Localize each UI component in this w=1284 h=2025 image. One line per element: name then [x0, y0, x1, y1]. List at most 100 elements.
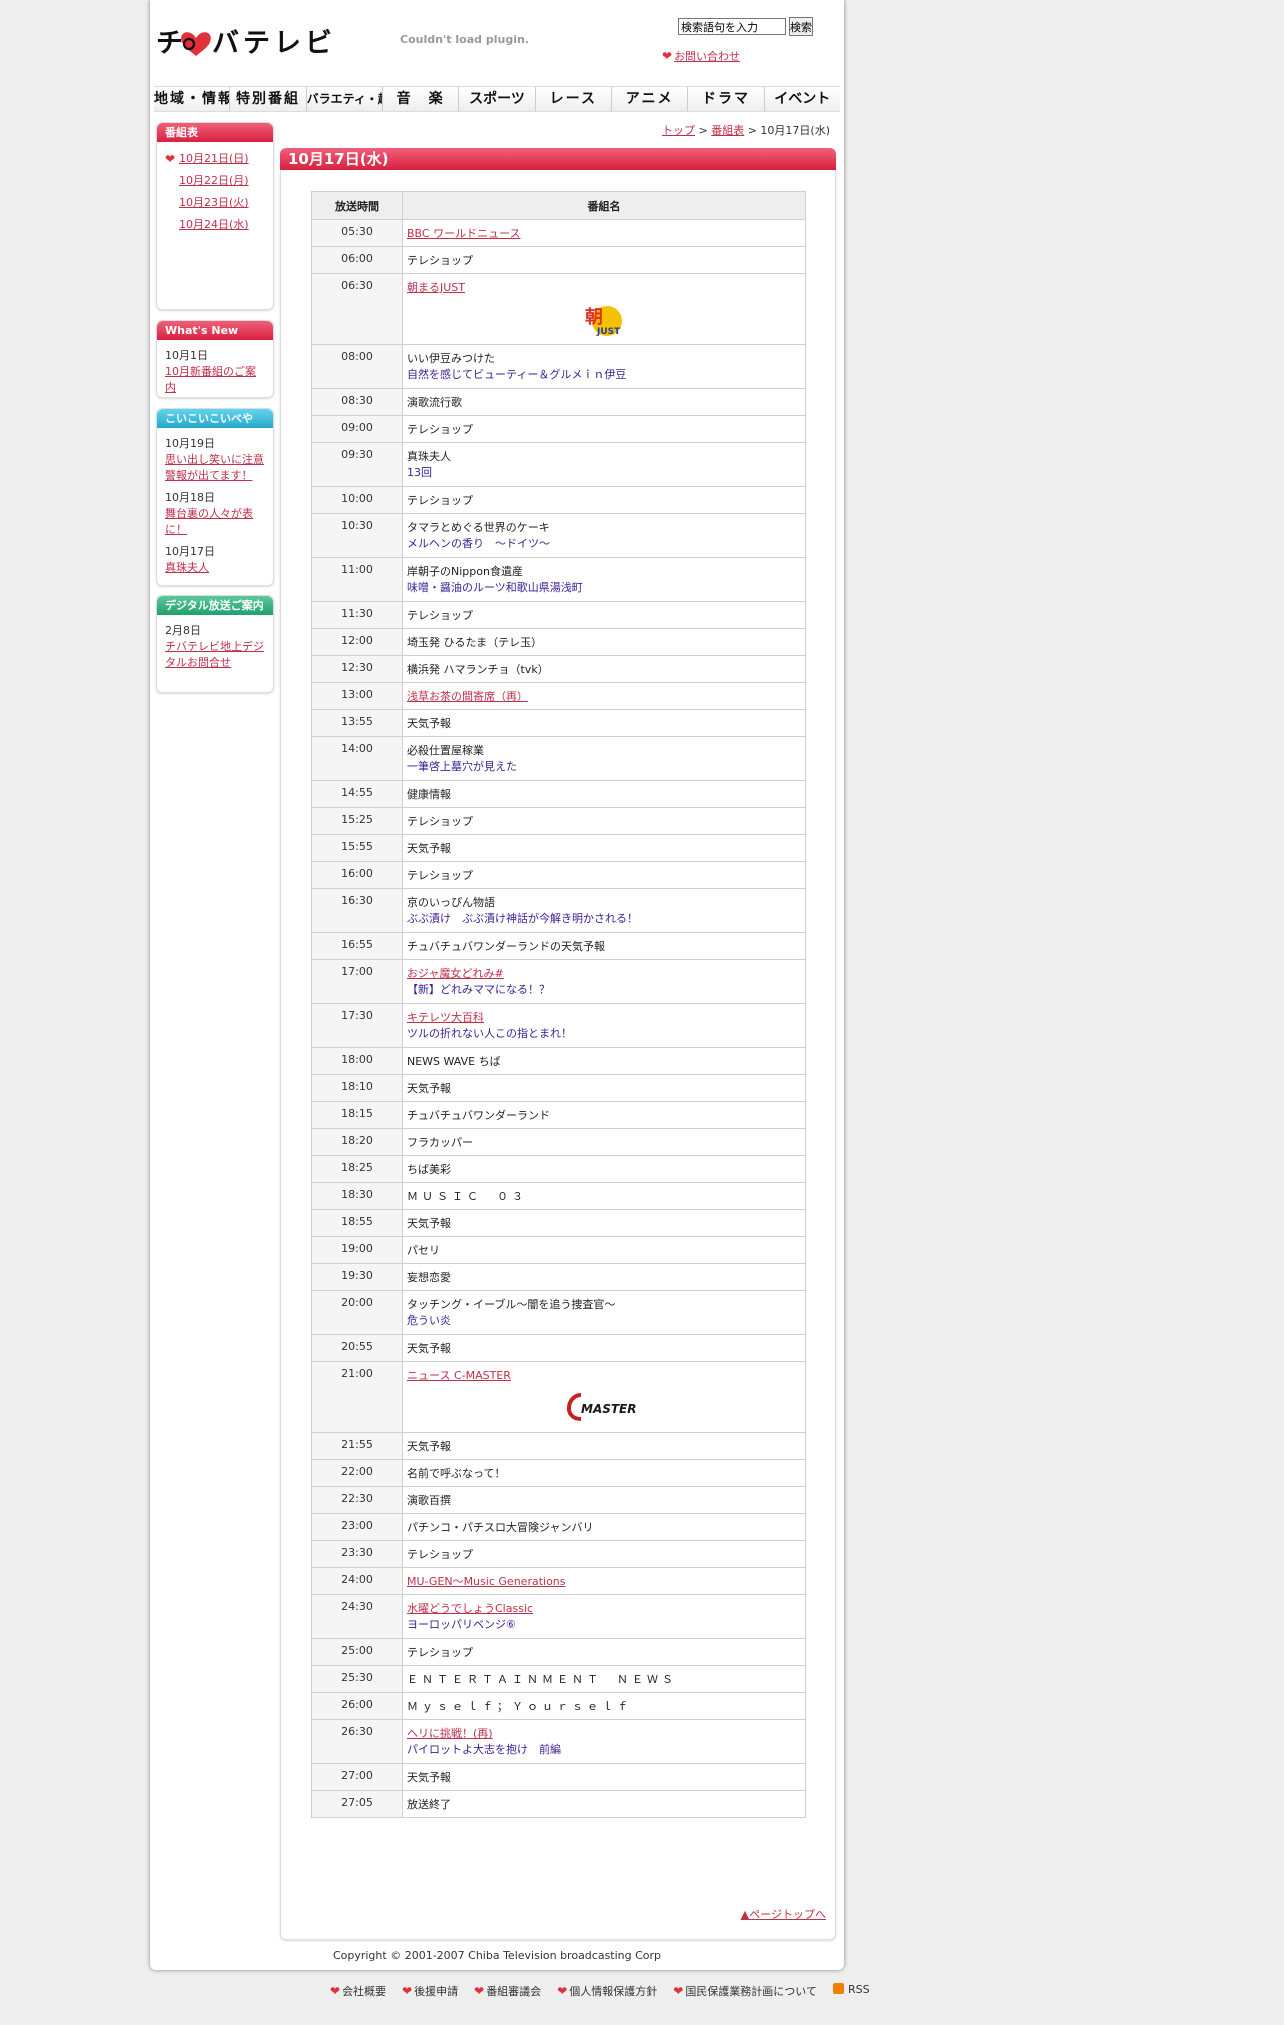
program-time: 12:00: [311, 628, 403, 656]
nav-item-music[interactable]: 音 楽: [383, 87, 460, 111]
news-link[interactable]: チバテレビ地上デジタルお問合せ: [165, 640, 264, 669]
program-title: 放送終了: [407, 1798, 451, 1811]
schedule-date-link[interactable]: 10月23日(火): [179, 196, 249, 209]
program-time: 06:30: [311, 273, 403, 345]
footer-link-label[interactable]: 番組審議会: [486, 1985, 541, 1998]
footer-item-company[interactable]: ❤ 会社概要: [330, 1983, 386, 1999]
program-title-link[interactable]: 朝まるJUST: [407, 281, 465, 294]
table-row: 26:30 ヘリに挑戦！(再) パイロットよ大志を抱け 前編: [311, 1719, 806, 1764]
table-row: 06:00 テレショップ: [311, 246, 806, 274]
program-title-link[interactable]: 水曜どうでしょうClassic: [407, 1602, 533, 1615]
program-time: 18:15: [311, 1101, 403, 1129]
program-title-link[interactable]: BBC ワールドニュース: [407, 227, 521, 240]
program-title-link[interactable]: おジャ魔女どれみ#: [407, 967, 504, 980]
page-container: チ バテレビ Couldn't load plugin. 検索 ❤お問い合わせ …: [150, 0, 844, 1970]
search-input[interactable]: [678, 18, 786, 35]
program-cell: BBC ワールドニュース: [402, 219, 806, 247]
table-row: 24:00 MU-GEN～Music Generations: [311, 1567, 806, 1595]
program-title: 天気予報: [407, 717, 451, 730]
program-time: 24:00: [311, 1567, 403, 1595]
program-time: 13:00: [311, 682, 403, 710]
program-title: パチンコ・パチスロ大冒険ジャンバリ: [407, 1521, 594, 1534]
program-title-link[interactable]: MU-GEN～Music Generations: [407, 1575, 566, 1588]
program-time: 19:00: [311, 1236, 403, 1264]
nav-item-event[interactable]: イベント: [765, 87, 840, 111]
schedule-date-item[interactable]: 10月24日(水): [163, 214, 265, 236]
program-time: 05:30: [311, 219, 403, 247]
schedule-date-item[interactable]: 10月23日(火): [163, 192, 265, 214]
chiba-tv-logo-icon: チ バテレビ: [156, 28, 332, 59]
footer-item-support[interactable]: ❤ 後援申請: [402, 1983, 458, 1999]
news-link[interactable]: 舞台裏の人々が表に！: [165, 507, 253, 536]
contact-link[interactable]: お問い合わせ: [674, 50, 740, 63]
footer-item-privacy[interactable]: ❤ 個人情報保護方針: [557, 1983, 657, 1999]
program-title: 演歌百撰: [407, 1494, 451, 1507]
table-row: 20:55 天気予報: [311, 1334, 806, 1362]
program-title: 天気予報: [407, 1342, 451, 1355]
nav-item-special[interactable]: 特別番組: [230, 87, 307, 111]
site-logo[interactable]: チ バテレビ: [156, 22, 336, 60]
c-master-logo-icon[interactable]: MASTER: [407, 1389, 801, 1428]
nav-item-area-info[interactable]: 地域・情報: [154, 87, 231, 111]
program-subtitle: パイロットよ大志を抱け 前編: [407, 1743, 561, 1756]
footer-item-protection[interactable]: ❤ 国民保護業務計画について: [673, 1983, 817, 1999]
program-title: いい伊豆みつけた: [407, 352, 495, 365]
breadcrumb-schedule-link[interactable]: 番組表: [711, 124, 744, 137]
breadcrumb-separator: >: [747, 124, 757, 137]
table-row: 18:55 天気予報: [311, 1209, 806, 1237]
program-title: テレショップ: [407, 1646, 473, 1659]
table-row: 06:30 朝まるJUST 朝 JUST: [311, 273, 806, 345]
news-link[interactable]: 10月新番組のご案内: [165, 365, 256, 394]
breadcrumb: トップ > 番組表 > 10月17日(水): [662, 122, 830, 138]
table-row: 15:55 天気予報: [311, 834, 806, 862]
news-link[interactable]: 真珠夫人: [165, 561, 209, 574]
footer-link-label[interactable]: 国民保護業務計画について: [685, 1985, 817, 1998]
nav-item-anime[interactable]: アニメ: [612, 87, 689, 111]
program-time: 21:00: [311, 1361, 403, 1433]
nav-item-race[interactable]: レース: [536, 87, 612, 111]
footer-link-label[interactable]: 後援申請: [414, 1985, 458, 1998]
schedule-date-link[interactable]: 10月21日(日): [179, 152, 249, 165]
search-button[interactable]: 検索: [789, 17, 813, 36]
schedule-date-item[interactable]: ❤ 10月21日(日): [163, 148, 265, 170]
program-subtitle: ツルの折れない人この指とまれ！: [407, 1027, 572, 1040]
program-cell: MU-GEN～Music Generations: [402, 1567, 806, 1595]
asamaru-just-logo-icon[interactable]: 朝 JUST: [407, 301, 801, 344]
program-title: 演歌流行歌: [407, 396, 462, 409]
program-title-link[interactable]: 浅草お茶の間寄席（再）: [407, 690, 528, 703]
program-title: テレショップ: [407, 1548, 473, 1561]
program-subtitle: メルヘンの香り ～ドイツ～: [407, 537, 550, 550]
program-title-link[interactable]: ニュース C-MASTER: [407, 1369, 511, 1382]
nav-item-drama[interactable]: ドラマ: [688, 87, 765, 111]
footer-item-council[interactable]: ❤ 番組審議会: [474, 1983, 541, 1999]
program-title-link[interactable]: キテレツ大百科: [407, 1011, 484, 1024]
heart-icon: ❤: [474, 1984, 485, 1998]
news-link[interactable]: 思い出し笑いに注意警報が出てます！: [165, 453, 264, 482]
nav-item-sports[interactable]: スポーツ: [459, 87, 536, 111]
footer-link-label[interactable]: RSS: [848, 1983, 870, 1996]
program-cell: テレショップ: [402, 1638, 806, 1666]
news-date: 10月19日: [165, 437, 215, 450]
program-title: テレショップ: [407, 609, 473, 622]
program-title-link[interactable]: ヘリに挑戦！(再): [407, 1727, 493, 1740]
program-time: 14:55: [311, 780, 403, 808]
schedule-date-link[interactable]: 10月22日(月): [179, 174, 249, 187]
schedule-date-link[interactable]: 10月24日(水): [179, 218, 249, 231]
table-row: 18:20 フラカッパー: [311, 1128, 806, 1156]
schedule-date-item[interactable]: 10月22日(月): [163, 170, 265, 192]
footer-item-rss[interactable]: RSS: [832, 1983, 870, 1999]
program-subtitle: 一筆啓上墓穴が見えた: [407, 760, 517, 773]
program-cell: ＥＮＴＥＲＴＡＩＮＭＥＮＴ ＮＥＷＳ: [402, 1665, 806, 1693]
footer-link-label[interactable]: 個人情報保護方針: [569, 1985, 657, 1998]
footer-link-label[interactable]: 会社概要: [342, 1985, 386, 1998]
contact-link-wrapper: ❤ お問い合わせ: [662, 48, 740, 64]
program-cell: ちば美彩: [402, 1155, 806, 1183]
breadcrumb-top-link[interactable]: トップ: [662, 124, 695, 137]
program-title: 天気予報: [407, 1217, 451, 1230]
program-title: タマラとめぐる世界のケーキ: [407, 521, 550, 534]
page-top-link[interactable]: ▲ページトップへ: [741, 1908, 826, 1921]
program-title: ＥＮＴＥＲＴＡＩＮＭＥＮＴ ＮＥＷＳ: [407, 1673, 677, 1686]
nav-item-variety[interactable]: バラエティ・趣味: [307, 87, 383, 111]
news-date: 10月17日: [165, 545, 215, 558]
program-time: 09:00: [311, 415, 403, 443]
